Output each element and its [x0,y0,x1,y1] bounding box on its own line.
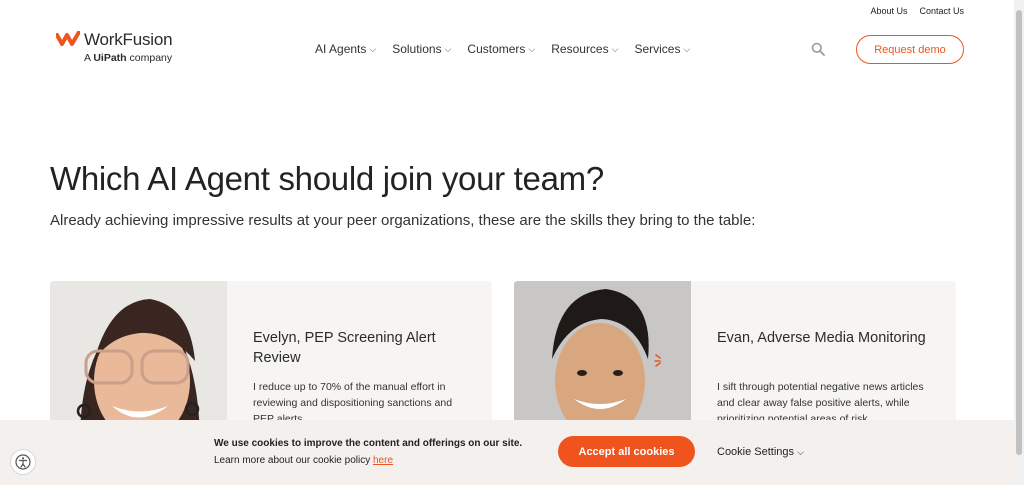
main-nav: AI Agents ⌵ Solutions ⌵ Customers ⌵ Resourc… [315,42,690,56]
brand-subtitle: A UiPath company [84,52,173,64]
cookie-line-1: We use cookies to improve the content an… [214,438,523,449]
agent-photo-evelyn [50,281,227,441]
cookie-line-2: Learn more about our cookie policy here [214,455,393,466]
cookie-settings-button[interactable]: Cookie Settings ⌵ [717,446,804,458]
nav-solutions[interactable]: Solutions ⌵ [392,42,451,56]
site-header: WorkFusion A UiPath company AI Agents ⌵ S… [0,22,1014,80]
page-lead: Already achieving impressive results at … [50,212,756,229]
page-title: Which AI Agent should join your team? [50,160,604,197]
agent-title: Evan, Adverse Media Monitoring [717,330,926,346]
accessibility-icon[interactable] [10,449,36,475]
scrollbar-thumb[interactable] [1016,10,1022,455]
page-scrollbar[interactable] [1014,0,1024,485]
agent-card-evan[interactable]: Evan, Adverse Media Monitoring I sift th… [514,281,956,441]
chevron-down-icon: ⌵ [369,43,377,54]
agent-title: Evelyn, PEP Screening Alert Review [253,330,436,366]
cookie-message: We use cookies to improve the content an… [214,435,522,469]
cookie-policy-link[interactable]: here [373,455,393,466]
utility-links: About Us Contact Us [870,0,964,22]
search-icon[interactable] [811,42,825,56]
chevron-down-icon: ⌵ [797,447,804,457]
workfusion-mark-icon [56,31,80,46]
brand-name: WorkFusion [84,30,173,49]
agent-card-evelyn[interactable]: Evelyn, PEP Screening Alert Review I red… [50,281,492,441]
about-us-link[interactable]: About Us [870,6,907,16]
chevron-down-icon: ⌵ [611,43,619,54]
chevron-down-icon: ⌵ [683,43,691,54]
nav-services[interactable]: Services ⌵ [634,42,690,56]
nav-ai-agents[interactable]: AI Agents ⌵ [315,42,376,56]
nav-resources[interactable]: Resources ⌵ [551,42,618,56]
chevron-down-icon: ⌵ [528,43,536,54]
request-demo-button[interactable]: Request demo [856,35,964,64]
nav-customers[interactable]: Customers ⌵ [467,42,535,56]
chevron-down-icon: ⌵ [444,43,452,54]
accept-cookies-button[interactable]: Accept all cookies [558,436,695,467]
contact-us-link[interactable]: Contact Us [919,6,964,16]
portrait-illustration [50,281,227,441]
cookie-banner: We use cookies to improve the content an… [0,420,1014,485]
workfusion-logo[interactable]: WorkFusion A UiPath company [56,30,173,64]
sparkle-icon [654,354,661,367]
